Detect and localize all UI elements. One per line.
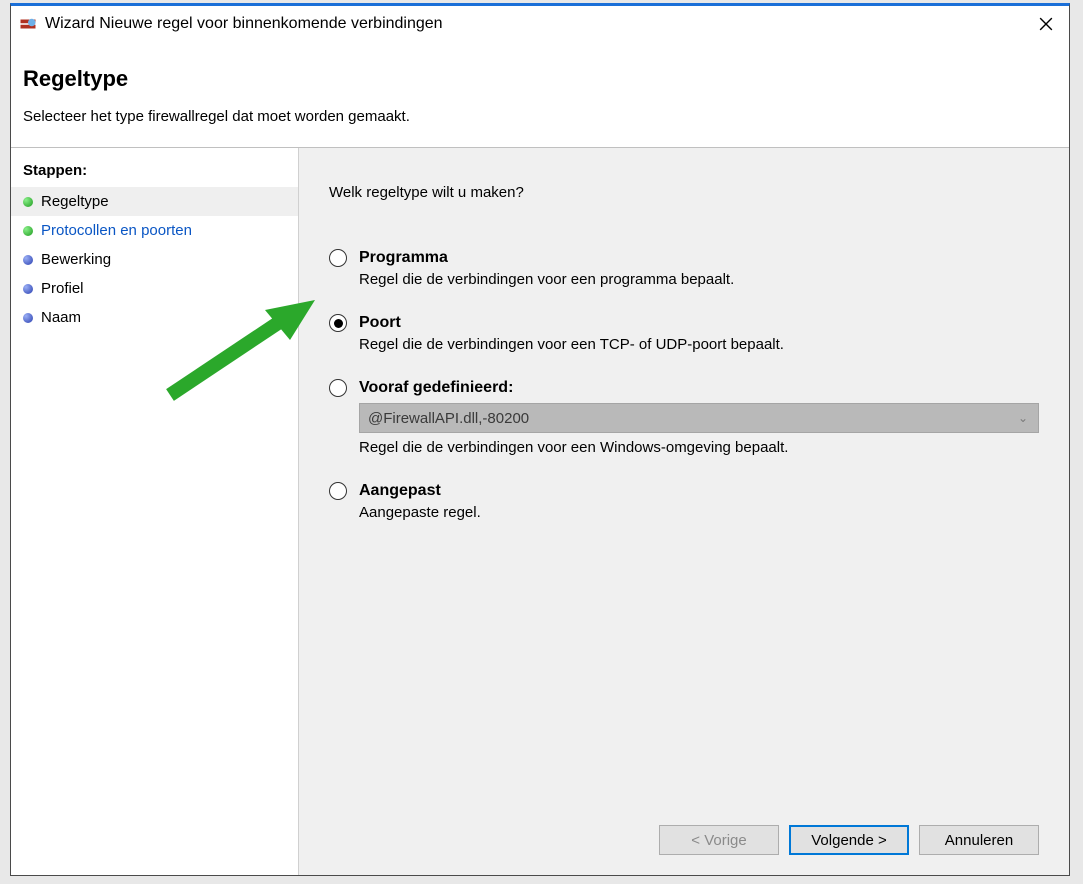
- predefined-select: @FirewallAPI.dll,-80200 ⌄: [359, 403, 1039, 433]
- titlebar: Wizard Nieuwe regel voor binnenkomende v…: [11, 6, 1069, 42]
- firewall-icon: [19, 15, 37, 33]
- option-poort: Poort Regel die de verbindingen voor een…: [329, 314, 1039, 353]
- body-area: Stappen: Regeltype Protocollen en poorte…: [11, 148, 1069, 875]
- bullet-icon: [23, 226, 33, 236]
- window-title: Wizard Nieuwe regel voor binnenkomende v…: [45, 15, 443, 33]
- option-desc: Regel die de verbindingen voor een TCP- …: [359, 336, 1039, 353]
- radio-icon: [329, 379, 347, 397]
- step-label: Profiel: [41, 280, 84, 297]
- steps-sidebar: Stappen: Regeltype Protocollen en poorte…: [11, 148, 299, 875]
- radio-icon: [329, 249, 347, 267]
- option-aangepast: Aangepast Aangepaste regel.: [329, 482, 1039, 521]
- step-label: Naam: [41, 309, 81, 326]
- main-panel: Welk regeltype wilt u maken? Programma R…: [299, 148, 1069, 875]
- close-icon: [1039, 17, 1053, 31]
- step-naam[interactable]: Naam: [11, 303, 298, 332]
- option-desc: Regel die de verbindingen voor een Windo…: [359, 439, 1039, 456]
- steps-heading: Stappen:: [23, 162, 286, 179]
- radio-vooraf-gedefinieerd[interactable]: Vooraf gedefinieerd:: [329, 379, 1039, 397]
- step-profiel[interactable]: Profiel: [11, 274, 298, 303]
- option-title: Programma: [359, 249, 448, 267]
- step-regeltype[interactable]: Regeltype: [11, 187, 298, 216]
- option-vooraf-gedefinieerd: Vooraf gedefinieerd: @FirewallAPI.dll,-8…: [329, 379, 1039, 456]
- close-button[interactable]: [1023, 8, 1069, 40]
- radio-programma[interactable]: Programma: [329, 249, 1039, 267]
- next-button[interactable]: Volgende >: [789, 825, 909, 855]
- radio-poort[interactable]: Poort: [329, 314, 1039, 332]
- bullet-icon: [23, 284, 33, 294]
- header-area: Regeltype Selecteer het type firewallreg…: [11, 42, 1069, 148]
- option-desc: Aangepaste regel.: [359, 504, 1039, 521]
- option-title: Vooraf gedefinieerd:: [359, 379, 513, 397]
- radio-icon: [329, 482, 347, 500]
- wizard-window: Wizard Nieuwe regel voor binnenkomende v…: [10, 3, 1070, 876]
- bullet-icon: [23, 255, 33, 265]
- button-row: < Vorige Volgende > Annuleren: [329, 815, 1039, 865]
- rule-type-options: Programma Regel die de verbindingen voor…: [329, 249, 1039, 547]
- chevron-down-icon: ⌄: [1018, 411, 1028, 425]
- bullet-icon: [23, 313, 33, 323]
- page-subtitle: Selecteer het type firewallregel dat moe…: [23, 108, 1057, 125]
- step-bewerking[interactable]: Bewerking: [11, 245, 298, 274]
- step-protocollen-en-poorten[interactable]: Protocollen en poorten: [11, 216, 298, 245]
- bullet-icon: [23, 197, 33, 207]
- option-desc: Regel die de verbindingen voor een progr…: [359, 271, 1039, 288]
- page-title: Regeltype: [23, 66, 1057, 92]
- predefined-select-value: @FirewallAPI.dll,-80200: [368, 410, 529, 427]
- radio-aangepast[interactable]: Aangepast: [329, 482, 1039, 500]
- step-label: Bewerking: [41, 251, 111, 268]
- back-button: < Vorige: [659, 825, 779, 855]
- cancel-button[interactable]: Annuleren: [919, 825, 1039, 855]
- radio-icon: [329, 314, 347, 332]
- option-programma: Programma Regel die de verbindingen voor…: [329, 249, 1039, 288]
- step-label: Regeltype: [41, 193, 109, 210]
- option-title: Aangepast: [359, 482, 441, 500]
- step-label: Protocollen en poorten: [41, 222, 192, 239]
- question-text: Welk regeltype wilt u maken?: [329, 184, 1039, 201]
- option-title: Poort: [359, 314, 401, 332]
